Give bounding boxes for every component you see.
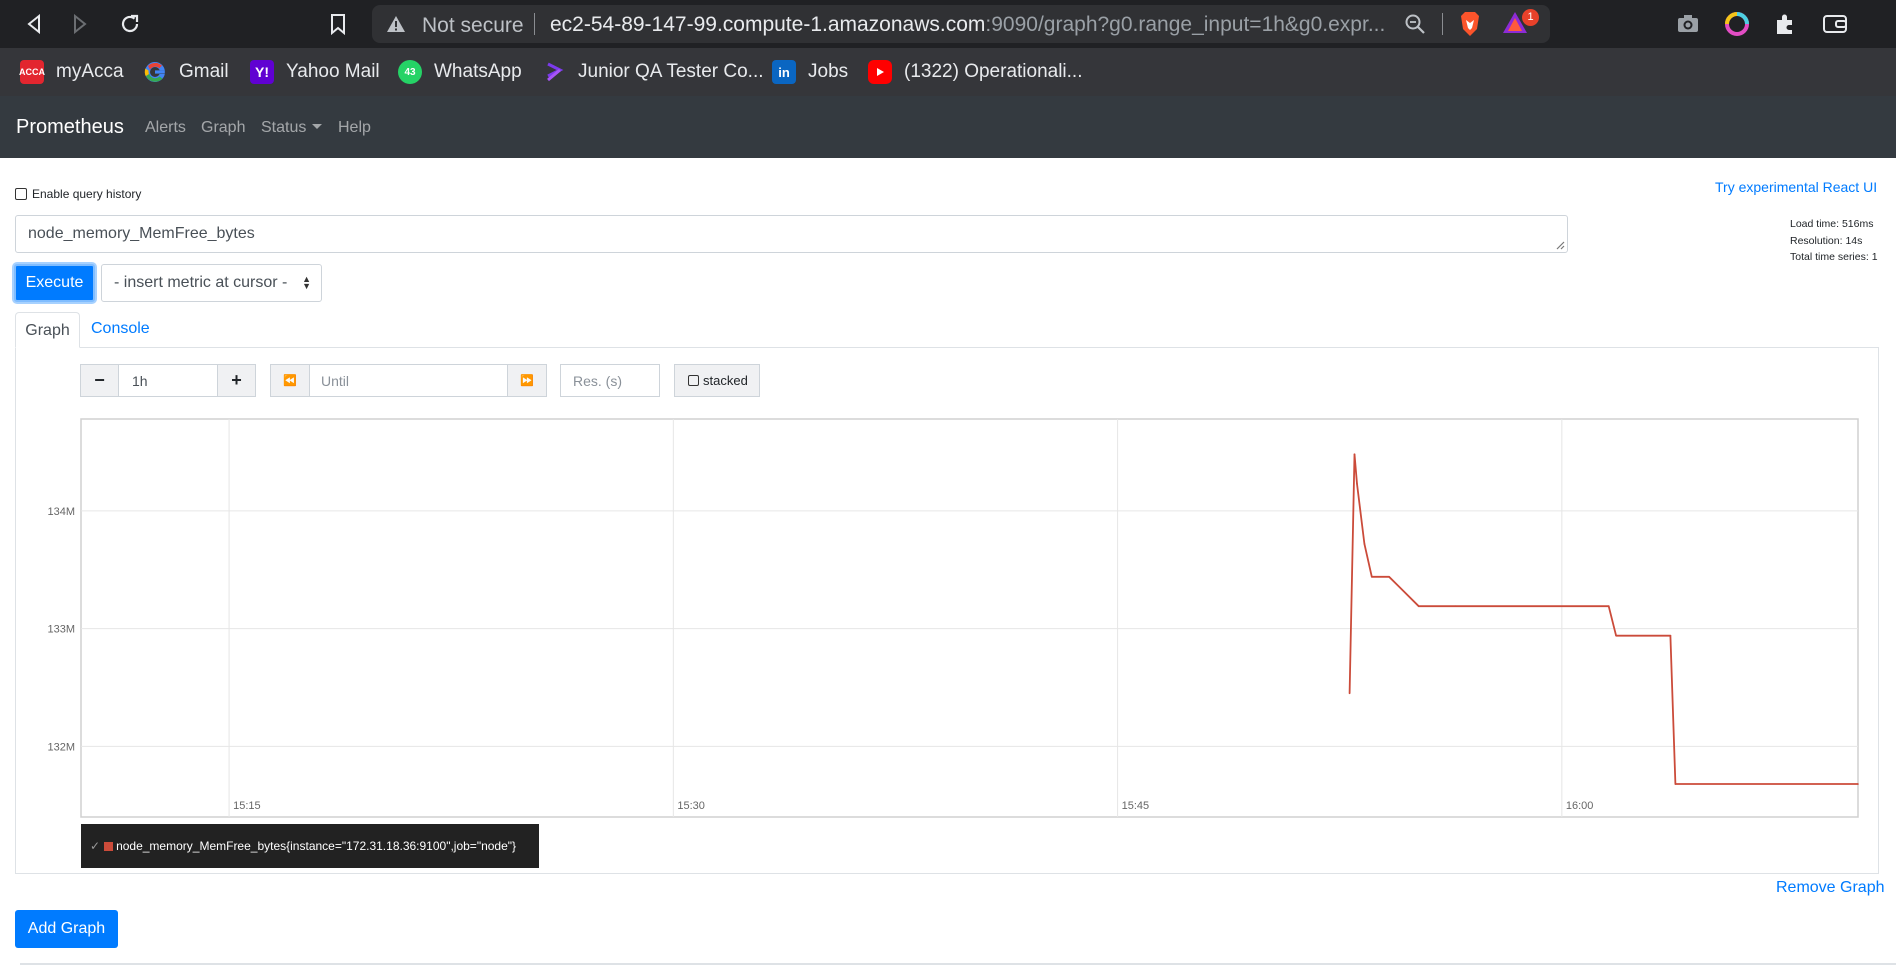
url-divider [534,13,535,35]
prometheus-navbar: Prometheus Alerts Graph Status Help [0,96,1896,158]
url-text[interactable]: ec2-54-89-147-99.compute-1.amazonaws.com… [550,13,1390,37]
graph-panel [15,347,1879,874]
query-history-label: Enable query history [32,187,142,201]
warning-icon[interactable] [386,15,406,38]
whatsapp-icon: 43 [398,60,422,84]
camera-icon[interactable] [1676,12,1702,38]
bookmark-icon[interactable] [324,10,352,38]
forward-icon[interactable] [66,10,94,38]
chart-legend: ✓ node_memory_MemFree_bytes{instance="17… [81,824,539,868]
range-increase-button[interactable]: + [217,364,256,397]
bookmark-label: Junior QA Tester Co... [578,61,764,82]
metric-select-value: - insert metric at cursor - [114,274,288,291]
bookmark-label: Jobs [808,61,849,82]
expression-input[interactable]: node_memory_MemFree_bytes [15,215,1568,253]
bookmark-myacca[interactable]: ACCA myAcca [19,56,124,88]
query-history-checkbox[interactable] [15,188,27,200]
bookmark-label: Yahoo Mail [286,61,380,82]
query-stats: Load time: 516ms Resolution: 14s Total t… [1790,216,1878,266]
nav-status[interactable]: Status [261,119,323,137]
browser-toolbar: Not secure ec2-54-89-147-99.compute-1.am… [0,0,1896,48]
range-input[interactable]: 1h [118,364,218,397]
total-series: Total time series: 1 [1790,251,1878,263]
brand-logo[interactable]: Prometheus [16,116,124,139]
back-icon[interactable] [20,10,48,38]
reload-icon[interactable] [116,10,144,38]
resolution-input[interactable]: Res. (s) [560,364,660,397]
nav-help[interactable]: Help [338,119,371,137]
react-ui-link[interactable]: Try experimental React UI [1715,179,1877,195]
extensions-icon[interactable] [1773,12,1799,38]
slack-icon [542,60,566,84]
legend-check-icon[interactable]: ✓ [90,839,100,853]
google-icon [143,60,167,84]
execute-button[interactable]: Execute [14,264,95,302]
expression-text: node_memory_MemFree_bytes [28,225,255,242]
resize-grip-icon[interactable] [1555,240,1565,250]
security-label[interactable]: Not secure [422,14,524,38]
bookmark-junior-qa[interactable]: Junior QA Tester Co... [542,56,764,88]
resolution: Resolution: 14s [1790,234,1863,247]
caret-down-icon [312,124,323,129]
tab-graph[interactable]: Graph [15,312,80,348]
until-placeholder: Until [321,372,350,389]
bookmarks-bar: ACCA myAcca Gmail Y! Yahoo Mail 43 Whats… [0,48,1896,96]
whatsapp-badge: 43 [404,66,416,78]
until-input[interactable]: Until [309,364,508,397]
url-divider-2 [1442,13,1443,35]
stacked-label: stacked [703,373,748,388]
address-bar[interactable]: Not secure ec2-54-89-147-99.compute-1.am… [372,5,1550,43]
youtube-icon [868,60,892,84]
resolution-placeholder: Res. (s) [573,372,622,389]
add-graph-button[interactable]: Add Graph [15,910,118,948]
tab-console[interactable]: Console [91,320,150,338]
bookmark-youtube[interactable]: (1322) Operationali... [868,56,1083,88]
zoom-icon[interactable] [1404,13,1426,40]
nav-alerts[interactable]: Alerts [145,119,186,137]
bookmark-label: myAcca [56,61,124,82]
legend-series-label[interactable]: node_memory_MemFree_bytes{instance="172.… [116,839,516,853]
fast-forward-icon[interactable]: ⏩ [507,364,547,397]
range-value: 1h [132,372,148,389]
bookmark-label: (1322) Operationali... [904,61,1083,82]
bookmark-jobs[interactable]: in Jobs [772,56,848,88]
wallet-icon[interactable] [1822,12,1848,38]
url-path: :9090/graph?g0.range_input=1h&g0.expr... [985,13,1386,36]
url-host: ec2-54-89-147-99.compute-1.amazonaws.com [550,13,986,36]
legend-swatch [104,841,114,851]
bookmark-label: Gmail [179,61,229,82]
load-time: Load time: 516ms [1790,218,1874,230]
bookmark-gmail[interactable]: Gmail [143,56,229,88]
bookmark-yahoo-mail[interactable]: Y! Yahoo Mail [250,56,380,88]
color-picker-extension-icon[interactable] [1725,12,1751,38]
nav-graph[interactable]: Graph [201,119,245,137]
rewards-badge: 1 [1522,9,1539,26]
range-decrease-button[interactable]: − [80,364,119,397]
page-divider [20,963,1896,965]
stacked-checkbox [688,375,699,386]
rewind-icon[interactable]: ⏪ [270,364,310,397]
insert-metric-select[interactable]: - insert metric at cursor - ▲ ▼ [101,264,322,302]
brave-shields-icon[interactable] [1458,11,1482,42]
nav-status-label: Status [261,119,307,136]
bookmark-label: WhatsApp [434,61,522,82]
bookmark-whatsapp[interactable]: 43 WhatsApp [398,56,522,88]
remove-graph-link[interactable]: Remove Graph [1776,879,1885,897]
linkedin-icon: in [772,60,796,84]
select-arrows-icon: ▲ ▼ [302,274,311,291]
yahoo-icon: Y! [250,60,274,84]
acca-icon: ACCA [19,60,45,84]
stacked-toggle-button[interactable]: stacked [674,364,760,397]
